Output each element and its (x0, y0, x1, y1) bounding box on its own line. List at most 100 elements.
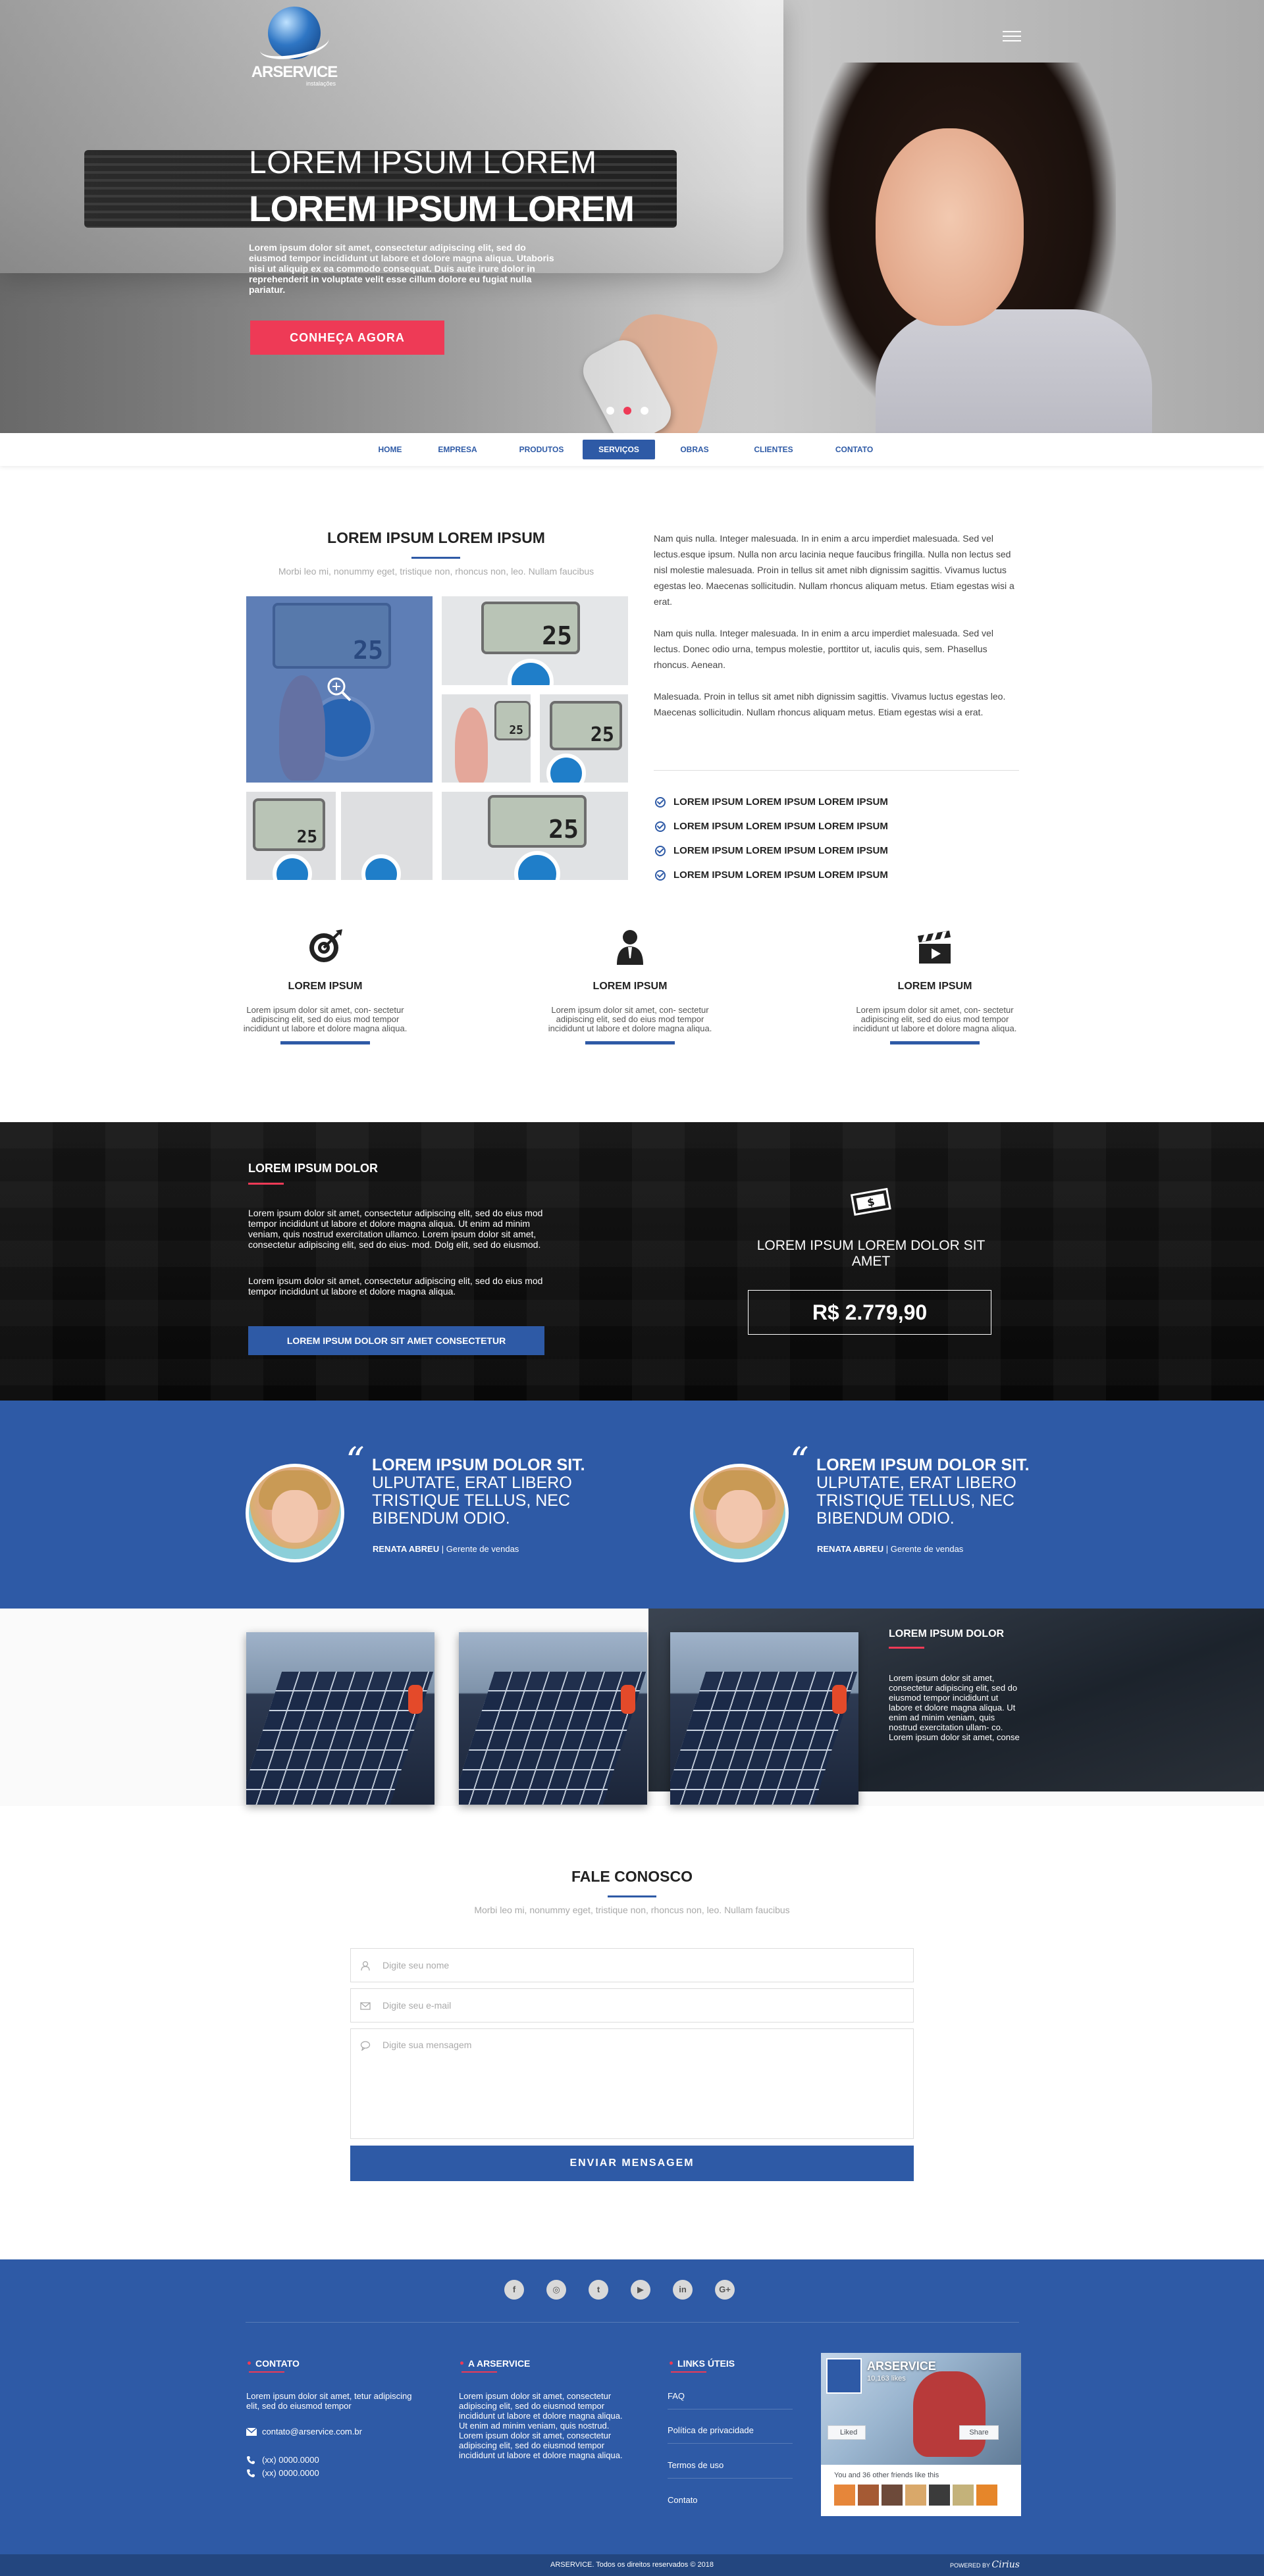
about-checklist: LOREM IPSUM LOREM IPSUM LOREM IPSUM LORE… (655, 790, 1024, 887)
slider-dot-1[interactable] (606, 407, 614, 415)
facebook-liked-button[interactable]: Liked (828, 2425, 866, 2440)
about-title-underline (411, 557, 460, 559)
twitter-icon[interactable]: t (589, 2280, 608, 2300)
message-field[interactable] (350, 2028, 914, 2139)
testimonial-text: LOREM IPSUM DOLOR SIT. ULPUTATE, ERAT LIB… (816, 1456, 1030, 1528)
send-message-button[interactable]: ENVIAR MENSAGEM (350, 2146, 914, 2181)
envelope-icon (360, 2002, 371, 2010)
logo-tagline: instalações (305, 80, 336, 87)
project-image-1[interactable] (246, 1632, 434, 1805)
footer-email-link[interactable]: contato@arservice.com.br (262, 2427, 362, 2436)
about-text: Nam quis nulla. Integer malesuada. In in… (654, 530, 1022, 736)
gallery-dial (508, 659, 554, 685)
youtube-icon[interactable]: ▶ (631, 2280, 650, 2300)
about-paragraph-3: Malesuada. Proin in tellus sit amet nibh… (654, 691, 1006, 717)
project-image-3[interactable] (670, 1632, 858, 1805)
contact-title-underline (608, 1895, 656, 1897)
main-navigation: HOME EMPRESA PRODUTOS SERVIÇOS OBRAS CLI… (0, 433, 1264, 466)
brand-logo[interactable]: ARSERVICE instalações (245, 7, 344, 87)
slider-dot-2[interactable] (623, 407, 631, 415)
about-paragraph-1: Nam quis nulla. Integer malesuada. In in… (654, 533, 1014, 607)
footer-link-faq[interactable]: FAQ (668, 2391, 793, 2409)
facebook-friend-avatar[interactable] (929, 2485, 950, 2506)
footer-phone-1[interactable]: (xx) 0000.0000 (262, 2455, 319, 2465)
nav-item-home[interactable]: HOME (365, 440, 415, 459)
nav-item-clientes[interactable]: CLIENTES (734, 440, 813, 459)
facebook-share-button[interactable]: Share (959, 2425, 999, 2440)
pricing-paragraph-2: Lorem ipsum dolor sit amet, consectetur … (248, 1275, 543, 1297)
hero-cta-button[interactable]: CONHEÇA AGORA (250, 321, 444, 355)
facebook-page-widget[interactable]: ARSERVICE 10,163 likes Liked Share You a… (821, 2353, 1021, 2516)
logo-name: ARSERVICE (251, 63, 338, 81)
projects-section: LOREM IPSUM DOLOR Lorem ipsum dolor sit … (0, 1609, 1264, 1806)
feature-title: LOREM IPSUM (592, 981, 668, 992)
testimonial-author: RENATA ABREU | Gerente de vendas (373, 1544, 519, 1554)
nav-item-obras[interactable]: OBRAS (655, 440, 734, 459)
slider-dot-3[interactable] (641, 407, 648, 415)
facebook-friend-avatar[interactable] (976, 2485, 997, 2506)
feature-underline (890, 1041, 980, 1044)
gallery-image-4[interactable]: 25 (540, 694, 628, 783)
footer-link-privacy[interactable]: Política de privacidade (668, 2425, 793, 2444)
check-icon (655, 796, 666, 808)
nav-item-servicos[interactable]: SERVIÇOS (583, 440, 655, 459)
facebook-friend-avatar[interactable] (858, 2485, 879, 2506)
about-subtitle: Morbi leo mi, nonummy eget, tristique no… (278, 566, 594, 577)
footer-link-contato[interactable]: Contato (668, 2495, 793, 2513)
testimonials-section: “ LOREM IPSUM DOLOR SIT. ULPUTATE, ERAT L… (0, 1401, 1264, 1609)
nav-item-contato[interactable]: CONTATO (813, 440, 895, 459)
facebook-page-name[interactable]: ARSERVICE (867, 2359, 936, 2373)
gallery-image-3[interactable]: 25 (442, 694, 531, 783)
name-field[interactable] (350, 1948, 914, 1982)
projects-title-underline (889, 1647, 924, 1649)
facebook-friend-avatar[interactable] (905, 2485, 926, 2506)
feature-text: Lorem ipsum dolor sit amet, con- sectetu… (548, 1005, 712, 1033)
check-icon (655, 821, 666, 832)
footer-links-title: LINKS ÚTEIS (669, 2358, 735, 2369)
facebook-likes-count: 10,163 likes (867, 2375, 906, 2383)
gallery-lcd: 25 (494, 701, 531, 740)
contact-subtitle: Morbi leo mi, nonummy eget, tristique no… (474, 1905, 790, 1915)
google-plus-icon[interactable]: G+ (715, 2280, 735, 2300)
powered-by-brand: Cirius (991, 2560, 1020, 2570)
zoom-icon[interactable] (325, 675, 353, 703)
checklist-item: LOREM IPSUM LOREM IPSUM LOREM IPSUM (655, 863, 1024, 887)
hero-heading-line1: LOREM IPSUM LOREM (249, 145, 597, 180)
gallery-image-6[interactable]: 25 (442, 792, 628, 880)
feature-card-1: LOREM IPSUM Lorem ipsum dolor sit amet, … (243, 927, 408, 1044)
projects-text: Lorem ipsum dolor sit amet, consectetur … (889, 1673, 1020, 1742)
instagram-icon[interactable]: ◎ (546, 2280, 566, 2300)
footer-link-terms[interactable]: Termos de uso (668, 2460, 793, 2479)
footer-about-text: Lorem ipsum dolor sit amet, consectetur … (459, 2391, 623, 2460)
check-icon (655, 845, 666, 856)
facebook-friend-avatar[interactable] (882, 2485, 903, 2506)
user-icon (361, 1961, 370, 1971)
gallery-split (336, 792, 341, 880)
footer-phone-2[interactable]: (xx) 0000.0000 (262, 2468, 319, 2478)
nav-item-empresa[interactable]: EMPRESA (415, 440, 500, 459)
powered-by[interactable]: POWERED BY Cirius (950, 2554, 1020, 2576)
facebook-friend-avatar[interactable] (834, 2485, 855, 2506)
project-image-2[interactable] (459, 1632, 647, 1805)
gallery-image-2[interactable]: 25 (442, 596, 628, 685)
feature-text: Lorem ipsum dolor sit amet, con- sectetu… (853, 1005, 1017, 1033)
gallery-image-1[interactable]: 25 (246, 596, 433, 783)
hamburger-menu-icon[interactable] (1003, 28, 1021, 46)
gallery-image-5[interactable]: 25 (246, 792, 433, 880)
gallery-dial (546, 754, 586, 783)
gallery-dial (361, 854, 401, 880)
businessman-icon (610, 927, 650, 966)
slider-dots (606, 406, 659, 415)
feature-title: LOREM IPSUM (897, 981, 972, 992)
email-field[interactable] (350, 1988, 914, 2022)
linkedin-icon[interactable]: in (673, 2280, 693, 2300)
quote-icon: “ (790, 1440, 809, 1483)
feature-text: Lorem ipsum dolor sit amet, con- sectetu… (243, 1005, 408, 1033)
facebook-icon[interactable]: f (504, 2280, 524, 2300)
projects-title: LOREM IPSUM DOLOR (889, 1628, 1005, 1639)
footer-divider (246, 2322, 1019, 2323)
nav-item-produtos[interactable]: PRODUTOS (500, 440, 583, 459)
pricing-cta-button[interactable]: LOREM IPSUM DOLOR SIT AMET CONSECTETUR (248, 1326, 544, 1355)
facebook-friend-avatar[interactable] (953, 2485, 974, 2506)
checklist-item: LOREM IPSUM LOREM IPSUM LOREM IPSUM (655, 814, 1024, 838)
